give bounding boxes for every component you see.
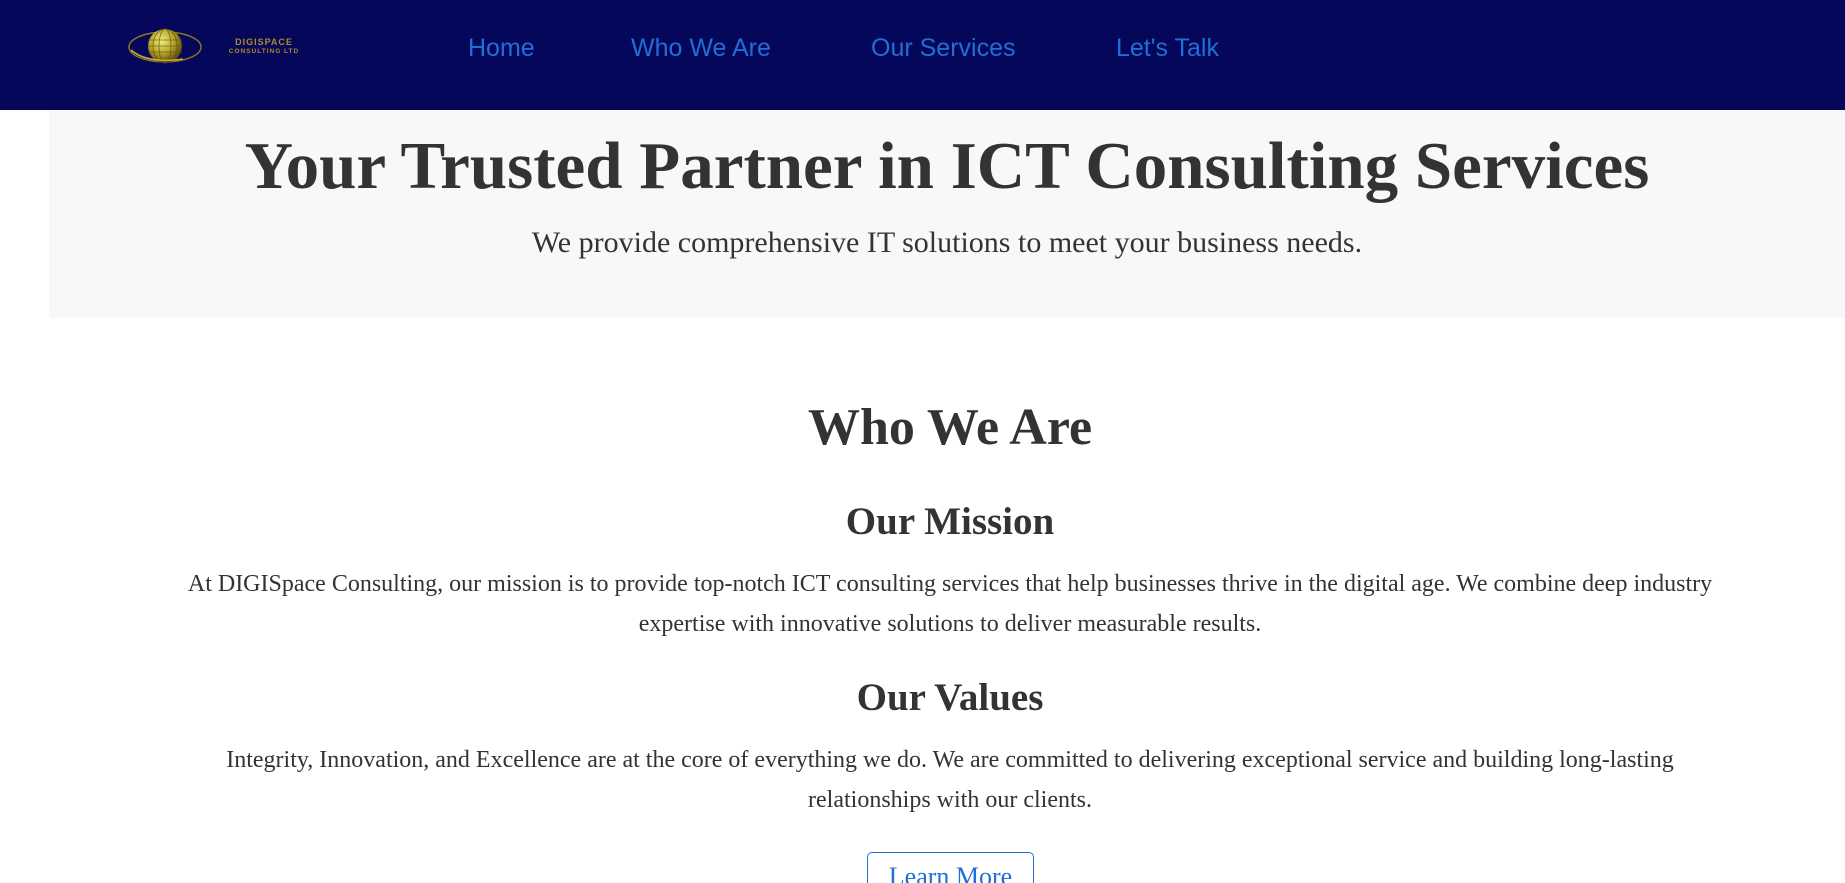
navbar: DIGISPACE CONSULTING LTD Home Who We Are…	[0, 0, 1845, 110]
section-title: Who We Are	[807, 399, 1093, 456]
values-title: Our Values	[856, 676, 1044, 719]
hero-title: Your Trusted Partner in ICT Consulting S…	[244, 129, 1650, 203]
nav-our-services[interactable]: Our Services	[871, 34, 1015, 63]
hero-section: Your Trusted Partner in ICT Consulting S…	[49, 110, 1845, 318]
who-we-are-section: Who We Are Our Mission At DIGISpace Cons…	[0, 318, 1845, 883]
nav-lets-talk[interactable]: Let's Talk	[1116, 34, 1219, 63]
logo-wordmark: DIGISPACE CONSULTING LTD	[203, 37, 325, 57]
hero-subtitle: We provide comprehensive IT solutions to…	[531, 226, 1363, 259]
globe-logo-icon	[128, 28, 202, 64]
learn-more-button[interactable]: Learn More	[867, 852, 1034, 883]
logo-line-1: DIGISPACE	[235, 37, 293, 47]
mission-text: At DIGISpace Consulting, our mission is …	[187, 571, 1713, 637]
nav-who-we-are[interactable]: Who We Are	[631, 34, 771, 63]
nav-home[interactable]: Home	[468, 34, 535, 63]
logo-line-2: CONSULTING LTD	[228, 48, 300, 55]
values-text: Integrity, Innovation, and Excellence ar…	[226, 747, 1674, 813]
logo-link[interactable]: DIGISPACE CONSULTING LTD	[127, 26, 327, 68]
mission-title: Our Mission	[845, 500, 1055, 543]
